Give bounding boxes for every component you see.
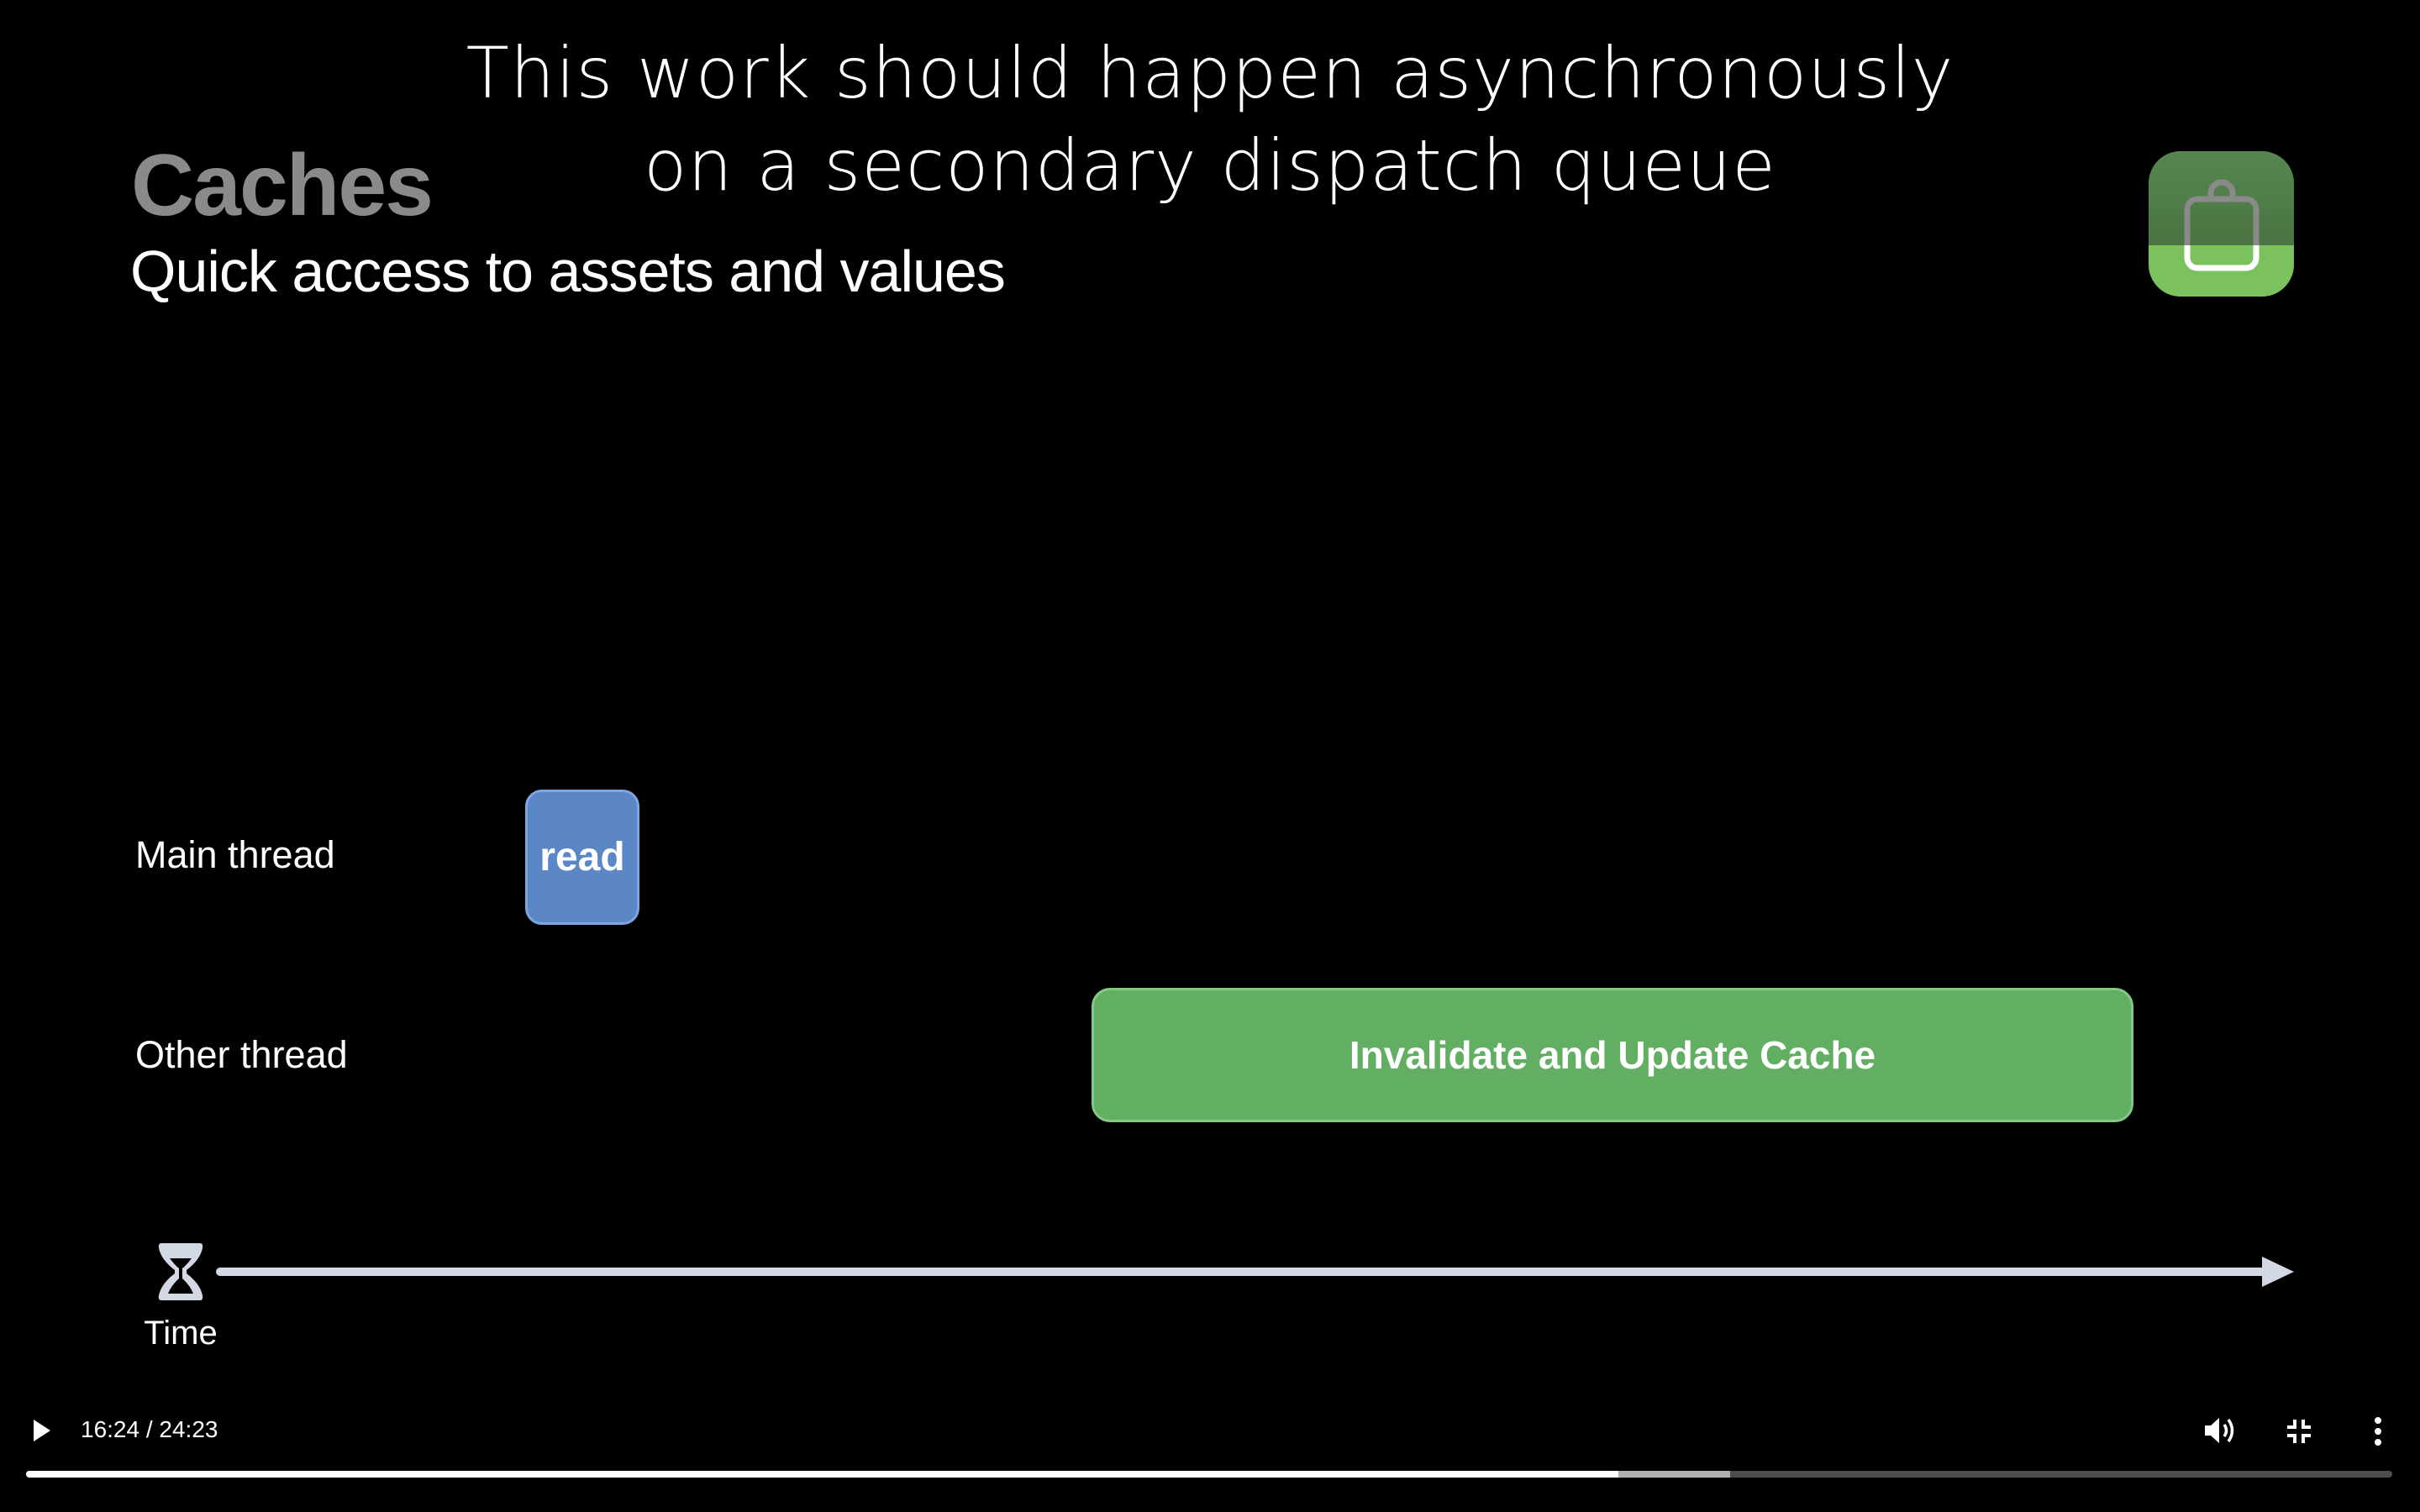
invalidate-cache-block: Invalidate and Update Cache: [1092, 988, 2133, 1122]
read-block: read: [525, 790, 639, 925]
volume-icon[interactable]: [2203, 1415, 2237, 1451]
play-icon[interactable]: [32, 1418, 52, 1447]
slide-title: Caches: [131, 137, 434, 234]
time-label: Time: [144, 1315, 218, 1352]
time-display: 16:24 / 24:23: [81, 1416, 218, 1442]
hourglass-icon: [156, 1242, 205, 1306]
exit-fullscreen-icon[interactable]: [2286, 1418, 2312, 1449]
shopping-bag-icon: [2149, 151, 2294, 297]
time-axis-line: [216, 1268, 2270, 1276]
more-options-icon[interactable]: [2370, 1416, 2386, 1451]
played-bar: [26, 1471, 1619, 1478]
progress-scrubber[interactable]: [26, 1471, 2392, 1478]
slide-subtitle: Quick access to assets and values: [130, 239, 1006, 304]
time-arrow-head: [2262, 1257, 2294, 1287]
other-thread-label: Other thread: [135, 1033, 348, 1076]
caption-line-1: This work should happen asynchronously: [466, 32, 1954, 114]
main-thread-label: Main thread: [135, 833, 335, 876]
